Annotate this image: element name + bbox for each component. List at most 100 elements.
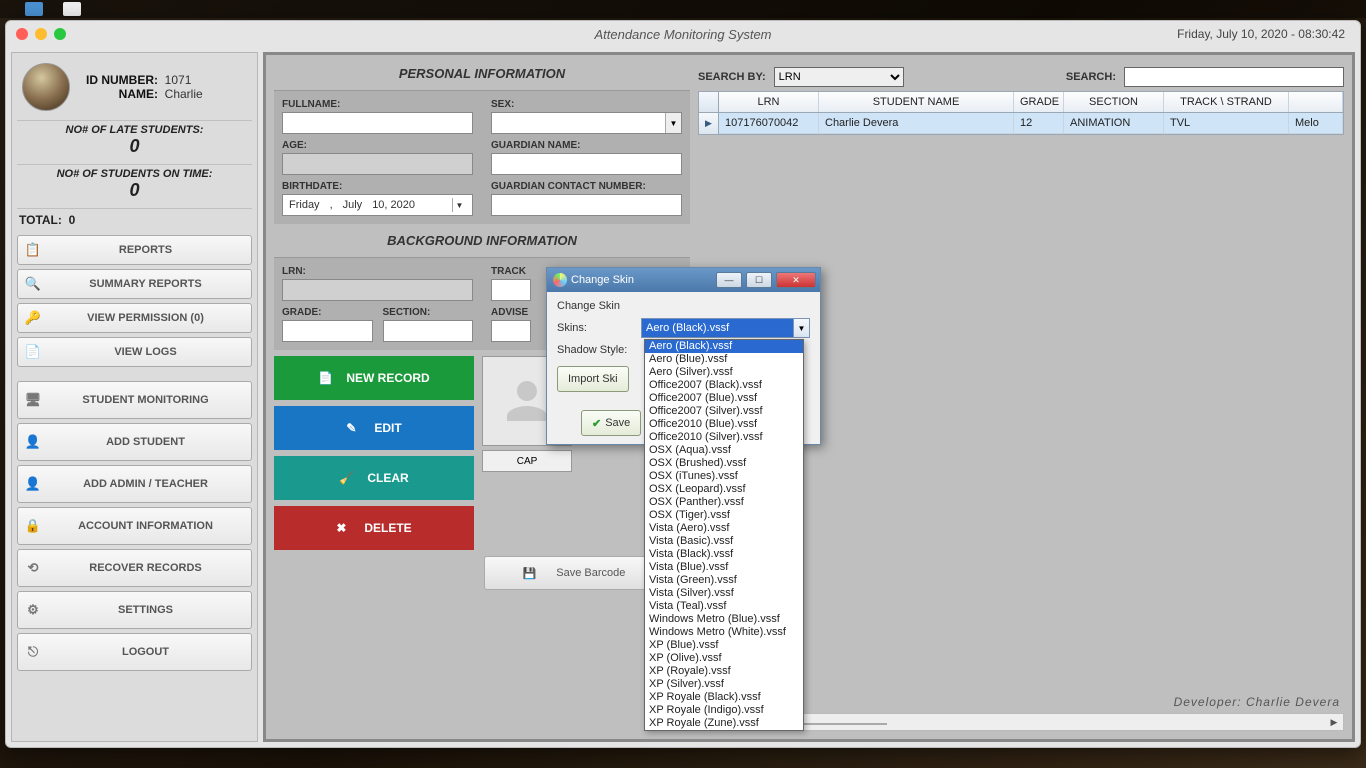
col-lrn[interactable]: LRN [719,92,819,112]
close-button[interactable]: ✕ [776,272,816,288]
row-selector-icon: ▶ [699,113,719,134]
save-button[interactable]: ✔Save [581,410,641,436]
edit-button[interactable]: ✎EDIT [274,406,474,450]
dropdown-option[interactable]: Vista (Black).vssf [645,548,803,561]
pencil-icon: ✎ [346,421,364,435]
capture-button[interactable]: CAP [482,450,572,472]
total-label: TOTAL: [19,213,62,227]
reports-button[interactable]: 📋REPORTS [17,235,252,265]
guardian-input[interactable] [491,153,682,175]
dropdown-option[interactable]: Windows Metro (Blue).vssf [645,613,803,626]
dropdown-option[interactable]: XP Royale (Black).vssf [645,691,803,704]
stat-late-value: 0 [17,136,252,157]
dropdown-option[interactable]: Aero (Black).vssf [645,340,803,353]
col-grade[interactable]: GRADE [1014,92,1064,112]
dropdown-option[interactable]: Office2007 (Black).vssf [645,379,803,392]
col-section[interactable]: SECTION [1064,92,1164,112]
grade-input[interactable] [282,320,373,342]
logout-icon: ⎋ [24,643,42,661]
dropdown-option[interactable]: Windows Metro (White).vssf [645,626,803,639]
delete-button[interactable]: ✖DELETE [274,506,474,550]
add-admin-button[interactable]: 👤ADD ADMIN / TEACHER [17,465,252,503]
fullname-input[interactable] [282,112,473,134]
chevron-down-icon: ▼ [452,198,466,212]
summary-icon: 🔍 [24,275,42,293]
adviser-input[interactable] [491,320,531,342]
app-title: Attendance Monitoring System [6,27,1360,42]
dialog-titlebar[interactable]: Change Skin — ☐ ✕ [547,268,820,292]
settings-button[interactable]: ⚙SETTINGS [17,591,252,629]
dropdown-option[interactable]: Vista (Basic).vssf [645,535,803,548]
lrn-label: LRN: [282,266,473,277]
dropdown-option[interactable]: Office2007 (Silver).vssf [645,405,803,418]
guardian-contact-input[interactable] [491,194,682,216]
search-input[interactable] [1124,67,1344,87]
dropdown-option[interactable]: OSX (Panther).vssf [645,496,803,509]
dropdown-option[interactable]: Office2007 (Blue).vssf [645,392,803,405]
dropdown-option[interactable]: Vista (Teal).vssf [645,600,803,613]
taskbar-icon [25,2,43,16]
group-label: Change Skin [557,300,810,312]
col-extra[interactable] [1289,92,1343,112]
dropdown-option[interactable]: XP (Silver).vssf [645,678,803,691]
sex-select[interactable]: ▼ [491,112,682,134]
dropdown-option[interactable]: XP (Olive).vssf [645,652,803,665]
account-info-button[interactable]: 🔒ACCOUNT INFORMATION [17,507,252,545]
dropdown-option[interactable]: XP (Blue).vssf [645,639,803,652]
save-barcode-button[interactable]: 💾Save Barcode [484,556,664,590]
row-header-corner [699,92,719,112]
view-permission-button[interactable]: 🔑VIEW PERMISSION (0) [17,303,252,333]
data-grid[interactable]: LRN STUDENT NAME GRADE SECTION TRACK \ S… [698,91,1344,135]
skins-combobox[interactable]: Aero (Black).vssf ▼ [641,318,810,338]
maximize-button[interactable]: ☐ [746,272,772,288]
recover-records-button[interactable]: ⟲RECOVER RECORDS [17,549,252,587]
dropdown-option[interactable]: Vista (Green).vssf [645,574,803,587]
dropdown-option[interactable]: XP Royale (Indigo).vssf [645,704,803,717]
skins-dropdown[interactable]: Aero (Black).vssfAero (Blue).vssfAero (S… [644,339,804,731]
id-value: 1071 [165,73,192,87]
stat-late-label: NO# OF LATE STUDENTS: [17,124,252,136]
name-label: NAME: [80,87,158,101]
col-track[interactable]: TRACK \ STRAND [1164,92,1289,112]
minimize-button[interactable]: — [716,272,742,288]
personal-header: PERSONAL INFORMATION [274,63,690,84]
dropdown-option[interactable]: Vista (Blue).vssf [645,561,803,574]
dropdown-option[interactable]: Aero (Blue).vssf [645,353,803,366]
clear-button[interactable]: 🧹CLEAR [274,456,474,500]
add-student-button[interactable]: 👤ADD STUDENT [17,423,252,461]
dropdown-option[interactable]: OSX (Aqua).vssf [645,444,803,457]
col-name[interactable]: STUDENT NAME [819,92,1014,112]
dropdown-option[interactable]: XP (Royale).vssf [645,665,803,678]
dropdown-option[interactable]: Office2010 (Blue).vssf [645,418,803,431]
scroll-right-icon[interactable]: ▶ [1325,717,1343,728]
titlebar: Attendance Monitoring System Friday, Jul… [6,21,1360,47]
student-monitoring-button[interactable]: 🖥STUDENT MONITORING [17,381,252,419]
dropdown-option[interactable]: OSX (Tiger).vssf [645,509,803,522]
view-logs-button[interactable]: 📄VIEW LOGS [17,337,252,367]
import-skin-button[interactable]: Import Ski [557,366,629,392]
summary-reports-button[interactable]: 🔍SUMMARY REPORTS [17,269,252,299]
dropdown-option[interactable]: Aero (Silver).vssf [645,366,803,379]
section-input[interactable] [383,320,474,342]
track-input[interactable] [491,279,531,301]
dropdown-option[interactable]: XP Royale (Zune).vssf [645,717,803,730]
new-record-button[interactable]: 📄NEW RECORD [274,356,474,400]
taskbar-icon [63,2,81,16]
skins-label: Skins: [557,322,635,334]
dropdown-option[interactable]: OSX (Brushed).vssf [645,457,803,470]
chevron-down-icon[interactable]: ▼ [793,319,809,337]
section-label: SECTION: [383,307,474,318]
taskbar [0,0,1366,18]
dialog-title: Change Skin [571,274,712,286]
dropdown-option[interactable]: OSX (Leopard).vssf [645,483,803,496]
save-icon: 💾 [523,567,537,580]
dropdown-option[interactable]: OSX (iTunes).vssf [645,470,803,483]
search-by-select[interactable]: LRN [774,67,904,87]
logout-button[interactable]: ⎋LOGOUT [17,633,252,671]
table-row[interactable]: ▶ 107176070042 Charlie Devera 12 ANIMATI… [699,113,1343,134]
dropdown-option[interactable]: Vista (Aero).vssf [645,522,803,535]
gear-icon: ⚙ [24,601,42,619]
dropdown-option[interactable]: Office2010 (Silver).vssf [645,431,803,444]
birthdate-picker[interactable]: Friday , July 10, 2020 ▼ [282,194,473,216]
dropdown-option[interactable]: Vista (Silver).vssf [645,587,803,600]
